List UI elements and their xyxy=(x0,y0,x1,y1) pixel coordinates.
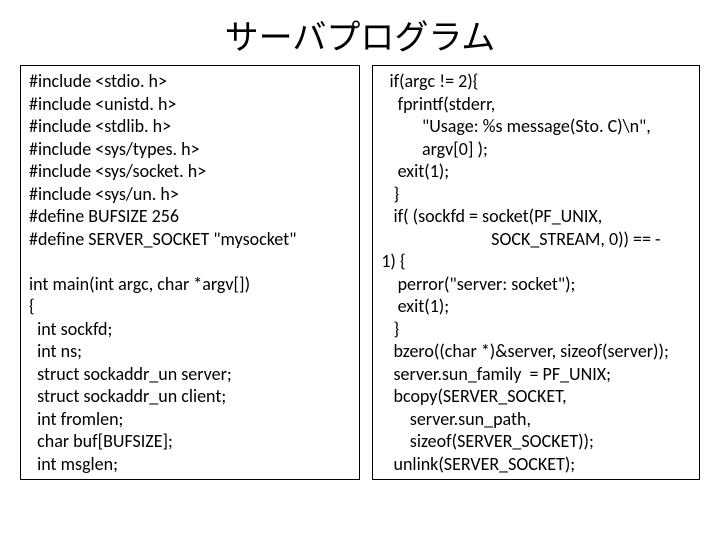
code-right-box: if(argc != 2){ fprintf(stderr, "Usage: %… xyxy=(372,65,700,480)
code-columns: #include <stdio. h> #include <unistd. h>… xyxy=(20,65,700,480)
slide: サーバプログラム #include <stdio. h> #include <u… xyxy=(0,0,720,540)
slide-title: サーバプログラム xyxy=(20,10,700,59)
code-left-box: #include <stdio. h> #include <unistd. h>… xyxy=(20,65,360,480)
